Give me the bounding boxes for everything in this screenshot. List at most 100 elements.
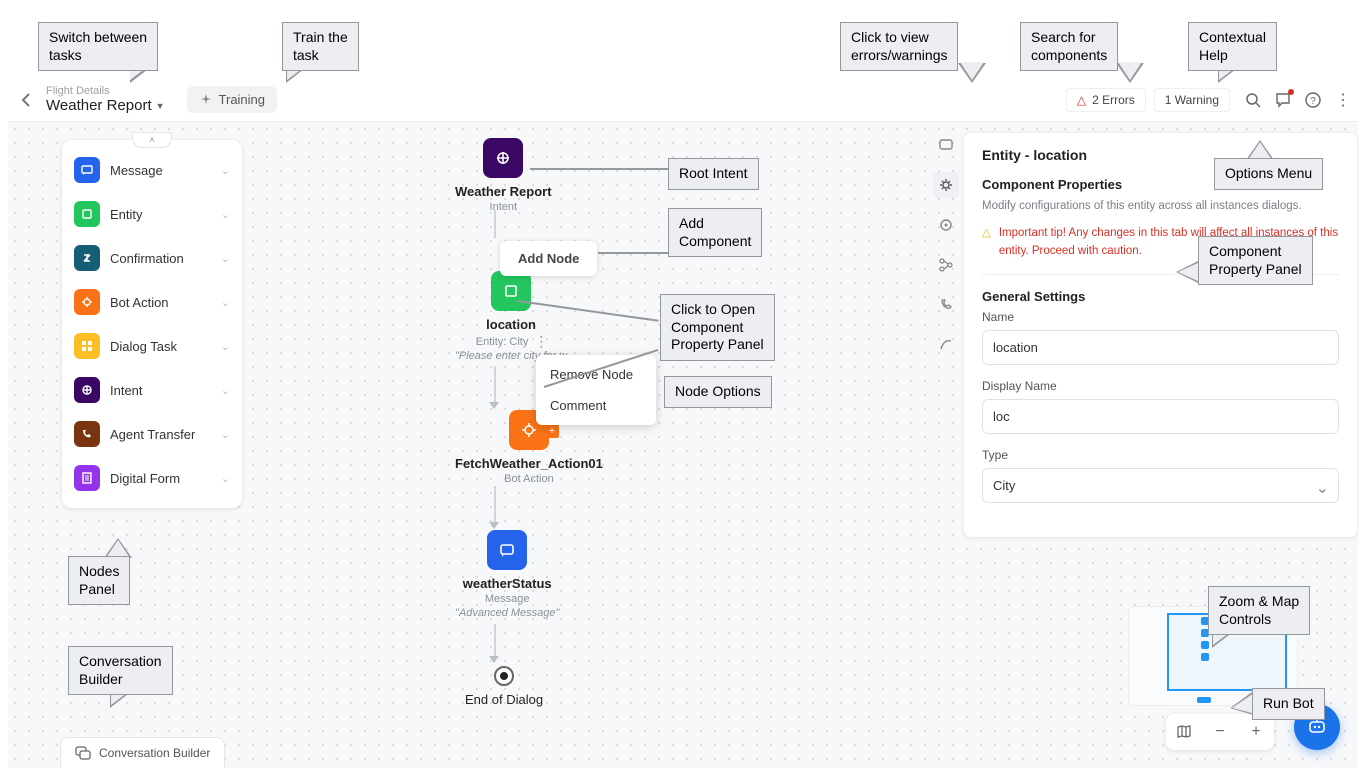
more-vert-icon: ⋮ [1335,90,1351,110]
minimap-node [1197,697,1211,703]
name-label: Name [982,310,1339,324]
nodes-panel-item-digital-form[interactable]: Digital Form ⌄ [62,456,242,500]
rail-dialog-icon[interactable] [933,132,959,158]
search-icon [1245,92,1261,108]
node-context-menu: Remove Node Comment [536,355,656,425]
message-icon [487,530,527,570]
chevron-down-icon: ⌄ [221,296,230,309]
chevron-down-icon: ⌄ [221,428,230,441]
errors-chip[interactable]: △ 2 Errors [1066,88,1146,112]
callout-prop-panel: Component Property Panel [1198,236,1313,285]
chevron-down-icon: ⌄ [221,164,230,177]
flow-node-intent[interactable]: Weather Report Intent [455,138,552,213]
svg-text:?: ? [1310,96,1316,107]
type-select[interactable] [982,468,1339,503]
callout-options-menu: Options Menu [1214,158,1323,190]
add-node-button[interactable]: Add Node [500,241,597,276]
callout-train-task: Train the task [282,22,359,71]
name-input[interactable] [982,330,1339,365]
chevron-down-icon: ⌄ [221,252,230,265]
sparkle-icon [199,93,213,107]
node-title: Weather Report [455,184,552,199]
breadcrumb[interactable]: Flight Details Weather Report ▼ [46,85,165,114]
node-title: FetchWeather_Action01 [455,456,603,471]
connector [494,366,496,406]
node-options-button[interactable]: ⋮ [534,337,546,345]
np-label: Agent Transfer [110,427,211,442]
nodes-panel-item-confirmation[interactable]: Confirmation ⌄ [62,236,242,280]
rail-connections-icon[interactable] [933,252,959,278]
display-name-input[interactable] [982,399,1339,434]
rail-target-icon[interactable] [933,212,959,238]
type-label: Type [982,448,1339,462]
nodes-panel-item-intent[interactable]: Intent ⌄ [62,368,242,412]
callout-zoom: Zoom & Map Controls [1208,586,1310,635]
nodes-panel-item-bot-action[interactable]: Bot Action ⌄ [62,280,242,324]
intent-icon [74,377,100,403]
search-button[interactable] [1238,85,1268,115]
callout-open-panel: Click to Open Component Property Panel [660,294,775,361]
np-label: Dialog Task [110,339,211,354]
ctx-remove-node[interactable]: Remove Node [536,359,656,390]
nodes-panel-item-agent-transfer[interactable]: Agent Transfer ⌄ [62,412,242,456]
rail-nlp-icon[interactable] [933,332,959,358]
warning-icon: △ [982,225,991,260]
map-icon [1176,724,1192,740]
callout-view-errors: Click to view errors/warnings [840,22,958,71]
np-label: Intent [110,383,211,398]
display-name-label: Display Name [982,379,1339,393]
training-label: Training [219,92,265,107]
ctx-comment[interactable]: Comment [536,390,656,421]
np-label: Confirmation [110,251,211,266]
callout-switch-tasks: Switch between tasks [38,22,158,71]
nodes-panel-item-entity[interactable]: Entity ⌄ [62,192,242,236]
flow-node-message[interactable]: weatherStatus Message "Advanced Message" [455,530,559,619]
chevron-up-icon: ˄ [149,135,154,145]
training-button[interactable]: Training [187,86,277,113]
more-button[interactable]: ⋮ [1328,85,1358,115]
help-button[interactable]: ? [1298,85,1328,115]
callout-root-intent: Root Intent [668,158,759,190]
callout-add-component: Add Component [668,208,762,257]
plus-icon[interactable]: + [545,424,559,438]
back-button[interactable] [12,86,40,114]
node-subtitle: Entity: City [476,336,529,348]
callout-search: Search for components [1020,22,1118,71]
warnings-count: 1 Warning [1165,93,1219,107]
conversation-builder-tab[interactable]: Conversation Builder [60,737,225,768]
collapse-panel-button[interactable]: ˄ [132,132,172,148]
rail-voice-icon[interactable] [933,292,959,318]
warnings-chip[interactable]: 1 Warning [1154,88,1230,112]
np-label: Message [110,163,211,178]
node-subtitle: Intent [490,201,518,213]
callout-run-bot: Run Bot [1252,688,1325,720]
chevron-down-icon: ⌄ [221,208,230,221]
errors-count: 2 Errors [1092,93,1135,107]
flow-node-entity[interactable]: location Entity: City ⋮ "Please enter ci… [455,271,567,362]
connector [494,624,496,660]
np-label: Bot Action [110,295,211,310]
digital-form-icon [74,465,100,491]
node-subtitle: Bot Action [504,473,554,485]
callout-nodes-panel: Nodes Panel [68,556,130,605]
node-title: End of Dialog [465,692,543,707]
nodes-panel-item-message[interactable]: Message ⌄ [62,148,242,192]
conversation-icon [75,746,91,760]
rail-settings-icon[interactable] [933,172,959,198]
map-toggle-button[interactable] [1166,714,1202,750]
nodes-panel-item-dialog-task[interactable]: Dialog Task ⌄ [62,324,242,368]
top-bar: Flight Details Weather Report ▼ Training… [8,78,1358,122]
notifications-button[interactable] [1268,85,1298,115]
arrow-icon [489,522,499,529]
confirmation-icon [74,245,100,271]
callout-node-options: Node Options [664,376,772,408]
agent-transfer-icon [74,421,100,447]
flow-node-end[interactable]: End of Dialog [465,666,543,707]
chevron-down-icon: ⌄ [221,472,230,485]
node-prompt: "Advanced Message" [455,607,559,619]
help-icon: ? [1305,92,1321,108]
chevron-down-icon: ⌄ [221,384,230,397]
right-rail [931,132,961,358]
entity-icon [491,271,531,311]
node-title: weatherStatus [463,576,552,591]
